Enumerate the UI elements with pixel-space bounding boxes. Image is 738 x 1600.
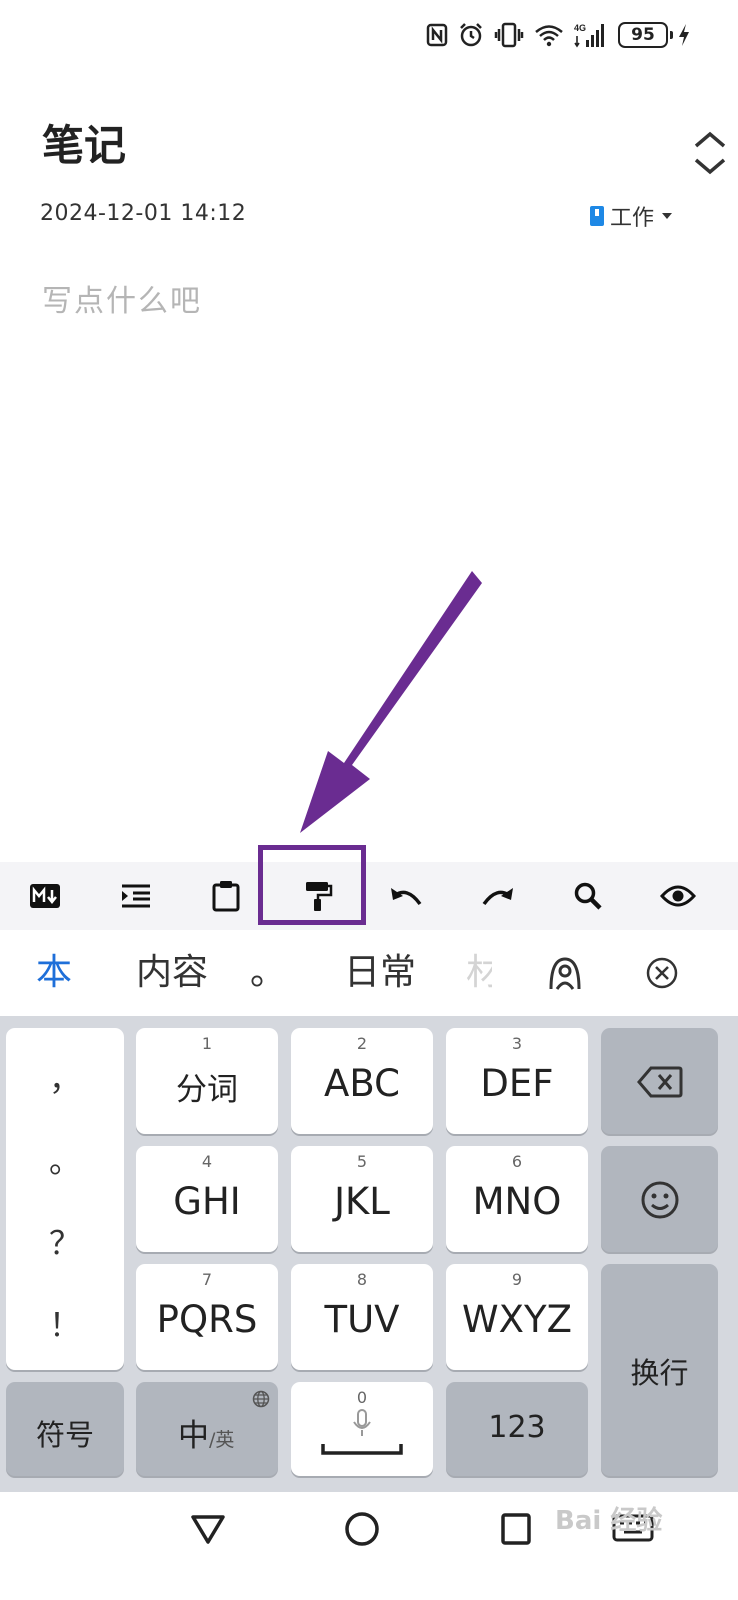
vibrate-icon: [494, 22, 524, 48]
signal-icon: 4G: [574, 22, 608, 48]
punct-comma[interactable]: ，: [6, 1054, 124, 1100]
undo-button[interactable]: [373, 862, 441, 930]
symbols-key[interactable]: 符号: [6, 1382, 124, 1476]
home-circle-icon: [345, 1512, 379, 1546]
note-title: 笔记: [42, 121, 127, 170]
notebook-icon: [590, 206, 604, 226]
indent-icon: [122, 884, 150, 908]
svg-text:4G: 4G: [574, 23, 586, 33]
preview-button[interactable]: [644, 862, 712, 930]
key-4[interactable]: 4 GHI: [136, 1146, 278, 1252]
ime-candidate-bar: 本 内容 。 日常 材: [0, 930, 738, 1016]
wifi-icon: [534, 23, 564, 47]
globe-icon: [252, 1390, 270, 1408]
backspace-key[interactable]: [601, 1028, 718, 1134]
alarm-icon: [458, 22, 484, 48]
enter-key[interactable]: 换行: [601, 1264, 718, 1476]
markdown-button[interactable]: [11, 862, 79, 930]
back-triangle-icon: [191, 1515, 225, 1544]
editor-toolbar: [0, 862, 738, 930]
space-key[interactable]: 0: [291, 1382, 433, 1476]
punct-period[interactable]: 。: [6, 1136, 124, 1182]
space-bar-icon: [321, 1444, 403, 1455]
redo-icon: [482, 888, 513, 906]
charging-icon: [678, 23, 690, 47]
key-2[interactable]: 2 ABC: [291, 1028, 433, 1134]
handwriting-button[interactable]: [546, 955, 584, 997]
dropdown-caret-icon: [662, 213, 673, 219]
punct-question[interactable]: ？: [6, 1218, 124, 1264]
status-icons: 4G 95: [426, 18, 690, 52]
eye-icon: [660, 885, 696, 907]
search-button[interactable]: [554, 862, 622, 930]
numbers-key[interactable]: 123: [446, 1382, 588, 1476]
candidate-2[interactable]: 内容: [136, 930, 208, 1016]
candidate-3[interactable]: 。: [250, 930, 286, 1016]
redo-button[interactable]: [463, 862, 531, 930]
markdown-icon: [30, 884, 60, 908]
key-7[interactable]: 7 PQRS: [136, 1264, 278, 1370]
clipboard-button[interactable]: [192, 862, 260, 930]
annotation-arrow: [300, 571, 482, 833]
clipboard-icon: [212, 881, 240, 912]
category-label: 工作: [610, 206, 655, 231]
key-1[interactable]: 1 分词: [136, 1028, 278, 1134]
emoji-icon: [641, 1181, 679, 1219]
close-circle-icon: [646, 957, 678, 989]
language-switch-key[interactable]: 中/英: [136, 1382, 278, 1476]
home-button[interactable]: [344, 1511, 380, 1551]
search-icon: [574, 882, 602, 910]
key-6[interactable]: 6 MNO: [446, 1146, 588, 1252]
key-5[interactable]: 5 JKL: [291, 1146, 433, 1252]
backspace-icon: [637, 1066, 683, 1098]
key-3[interactable]: 3 DEF: [446, 1028, 588, 1134]
undo-icon: [391, 888, 422, 906]
battery-icon: 95: [618, 22, 673, 48]
candidate-5[interactable]: 材: [466, 930, 492, 1016]
note-date: 2024-12-01 14:12: [40, 201, 247, 226]
back-button[interactable]: [190, 1512, 226, 1550]
recents-button[interactable]: [500, 1512, 532, 1550]
annotation-highlight-box: [258, 845, 366, 925]
punct-exclamation[interactable]: ！: [6, 1300, 124, 1346]
nfc-icon: [426, 23, 448, 47]
handwriting-icon: [549, 957, 581, 990]
recents-square-icon: [501, 1513, 531, 1545]
chevron-up-down-icon: [694, 131, 726, 175]
emoji-key[interactable]: [601, 1146, 718, 1252]
candidate-1[interactable]: 本: [36, 930, 72, 1016]
microphone-icon: [353, 1409, 371, 1436]
key-9[interactable]: 9 WXYZ: [446, 1264, 588, 1370]
candidate-4[interactable]: 日常: [344, 930, 416, 1016]
note-body-input[interactable]: 写点什么吧: [42, 276, 202, 320]
key-8[interactable]: 8 TUV: [291, 1264, 433, 1370]
category-selector[interactable]: 工作: [590, 200, 674, 232]
t9-keyboard: ， 。 ？ ！ 1 分词 2 ABC 3 DEF 4 GHI 5 JKL 6 MNO 7 PQ…: [0, 1016, 738, 1492]
punctuation-column[interactable]: ， 。 ？ ！: [6, 1028, 124, 1370]
expand-collapse-toggle[interactable]: [690, 128, 730, 178]
indent-button[interactable]: [102, 862, 170, 930]
watermark: Bai 经验: [555, 1506, 663, 1536]
close-candidates-button[interactable]: [645, 956, 679, 994]
status-bar: 4G 95: [0, 0, 738, 70]
